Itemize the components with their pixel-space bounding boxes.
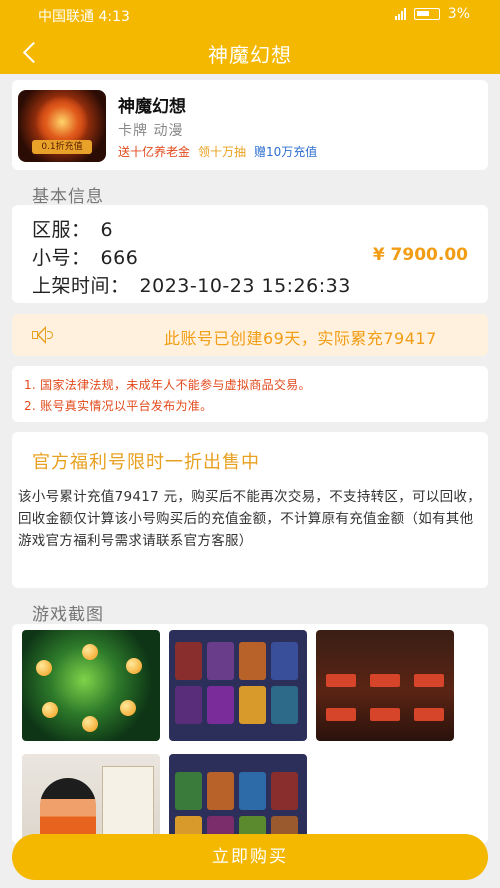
account-value: 666	[100, 247, 139, 269]
rule-item: 1. 国家法律法规，未成年人不能参与虚拟商品交易。	[24, 378, 311, 392]
promo-card: 官方福利号限时一折出售中 该小号累计充值79417 元，购买后不能再次交易，不支…	[12, 432, 488, 588]
price: ¥ 7900.00	[372, 245, 468, 265]
buy-now-button[interactable]: 立即购买	[12, 834, 488, 880]
account-label: 小号：	[32, 247, 91, 269]
server-label: 区服：	[32, 219, 91, 241]
game-tag: 赠10万充值	[254, 145, 318, 159]
notice-text: 此账号已创建69天，实际累充79417	[164, 329, 437, 348]
basic-info-title: 基本信息	[32, 187, 104, 207]
listed-time-row: 上架时间： 2023-10-23 15:26:33	[32, 271, 351, 298]
notice-bar: 此账号已创建69天，实际累充79417	[12, 314, 488, 356]
game-tag: 送十亿养老金	[118, 145, 191, 159]
status-bar: 中国联通 4:13 3%	[0, 0, 500, 30]
listed-time-label: 上架时间：	[32, 275, 130, 297]
rule-item: 2. 账号真实情况以平台发布为准。	[24, 399, 213, 413]
promo-description: 该小号累计充值79417 元，购买后不能再次交易，不支持转区，可以回收，回收金额…	[18, 489, 482, 549]
nav-bar: 神魔幻想	[0, 30, 500, 74]
screenshots-title: 游戏截图	[32, 605, 104, 625]
game-screenshot[interactable]	[22, 630, 160, 741]
screenshots-card	[12, 624, 488, 865]
game-screenshot[interactable]	[316, 630, 454, 741]
signal-icon	[394, 8, 406, 20]
listed-time-value: 2023-10-23 15:26:33	[139, 275, 351, 297]
game-name: 神魔幻想	[118, 97, 186, 117]
game-categories: 卡牌 动漫	[118, 123, 184, 139]
promo-title: 官方福利号限时一折出售中	[32, 452, 260, 473]
game-tags: 送十亿养老金 领十万抽 赠10万充值	[118, 143, 317, 160]
status-icons: 3%	[394, 6, 470, 22]
speaker-icon	[32, 326, 54, 344]
carrier-time: 中国联通 4:13	[38, 9, 130, 25]
game-icon: 0.1折充值	[18, 90, 106, 162]
rules-card: 1. 国家法律法规，未成年人不能参与虚拟商品交易。 2. 账号真实情况以平台发布…	[12, 366, 488, 422]
server-row: 区服： 6	[32, 215, 113, 242]
account-row: 小号： 666	[32, 243, 138, 270]
game-icon-tag: 0.1折充值	[32, 140, 92, 154]
game-tag: 领十万抽	[198, 145, 247, 159]
game-card[interactable]: 0.1折充值 神魔幻想 卡牌 动漫 送十亿养老金 领十万抽 赠10万充值	[12, 80, 488, 170]
battery-level: 3%	[447, 6, 470, 22]
basic-info-card: 区服： 6 小号： 666 ¥ 7900.00 上架时间： 2023-10-23 15…	[12, 205, 488, 303]
battery-icon	[413, 8, 440, 20]
game-screenshot[interactable]	[169, 630, 307, 741]
server-value: 6	[100, 219, 114, 241]
page-title: 神魔幻想	[208, 43, 292, 67]
